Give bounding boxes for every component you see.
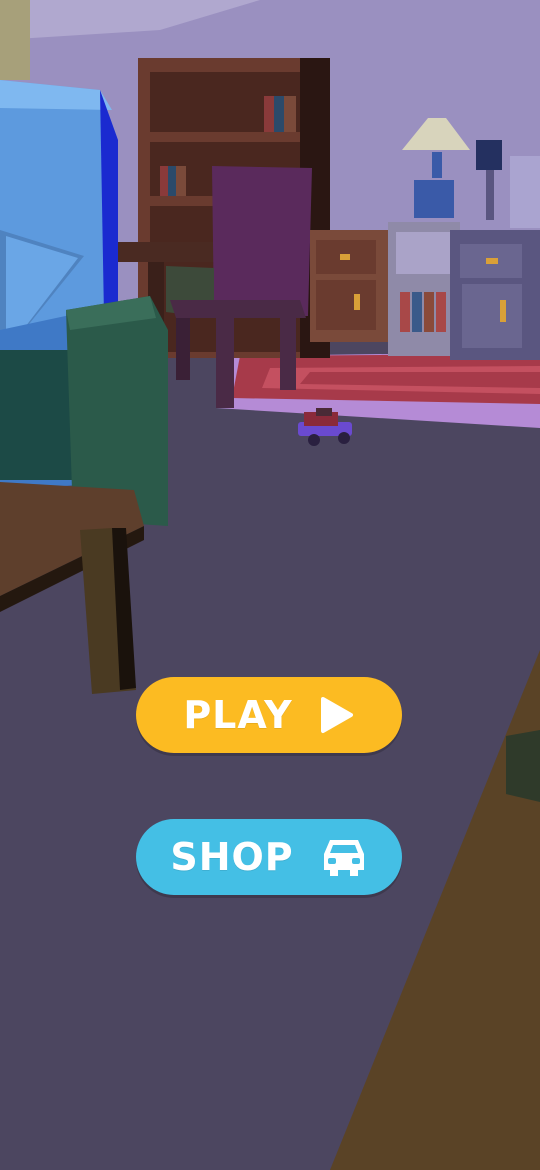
shop-button[interactable]: SHOP (136, 819, 402, 895)
nightstand (388, 222, 460, 356)
play-label: PLAY (183, 693, 293, 737)
dresser (310, 230, 392, 342)
play-triangle-icon (319, 695, 355, 735)
left-wall-strip (0, 0, 30, 80)
car-icon (320, 836, 368, 878)
game-scene (0, 0, 540, 1170)
shop-label: SHOP (170, 835, 294, 879)
play-button[interactable]: PLAY (136, 677, 402, 753)
